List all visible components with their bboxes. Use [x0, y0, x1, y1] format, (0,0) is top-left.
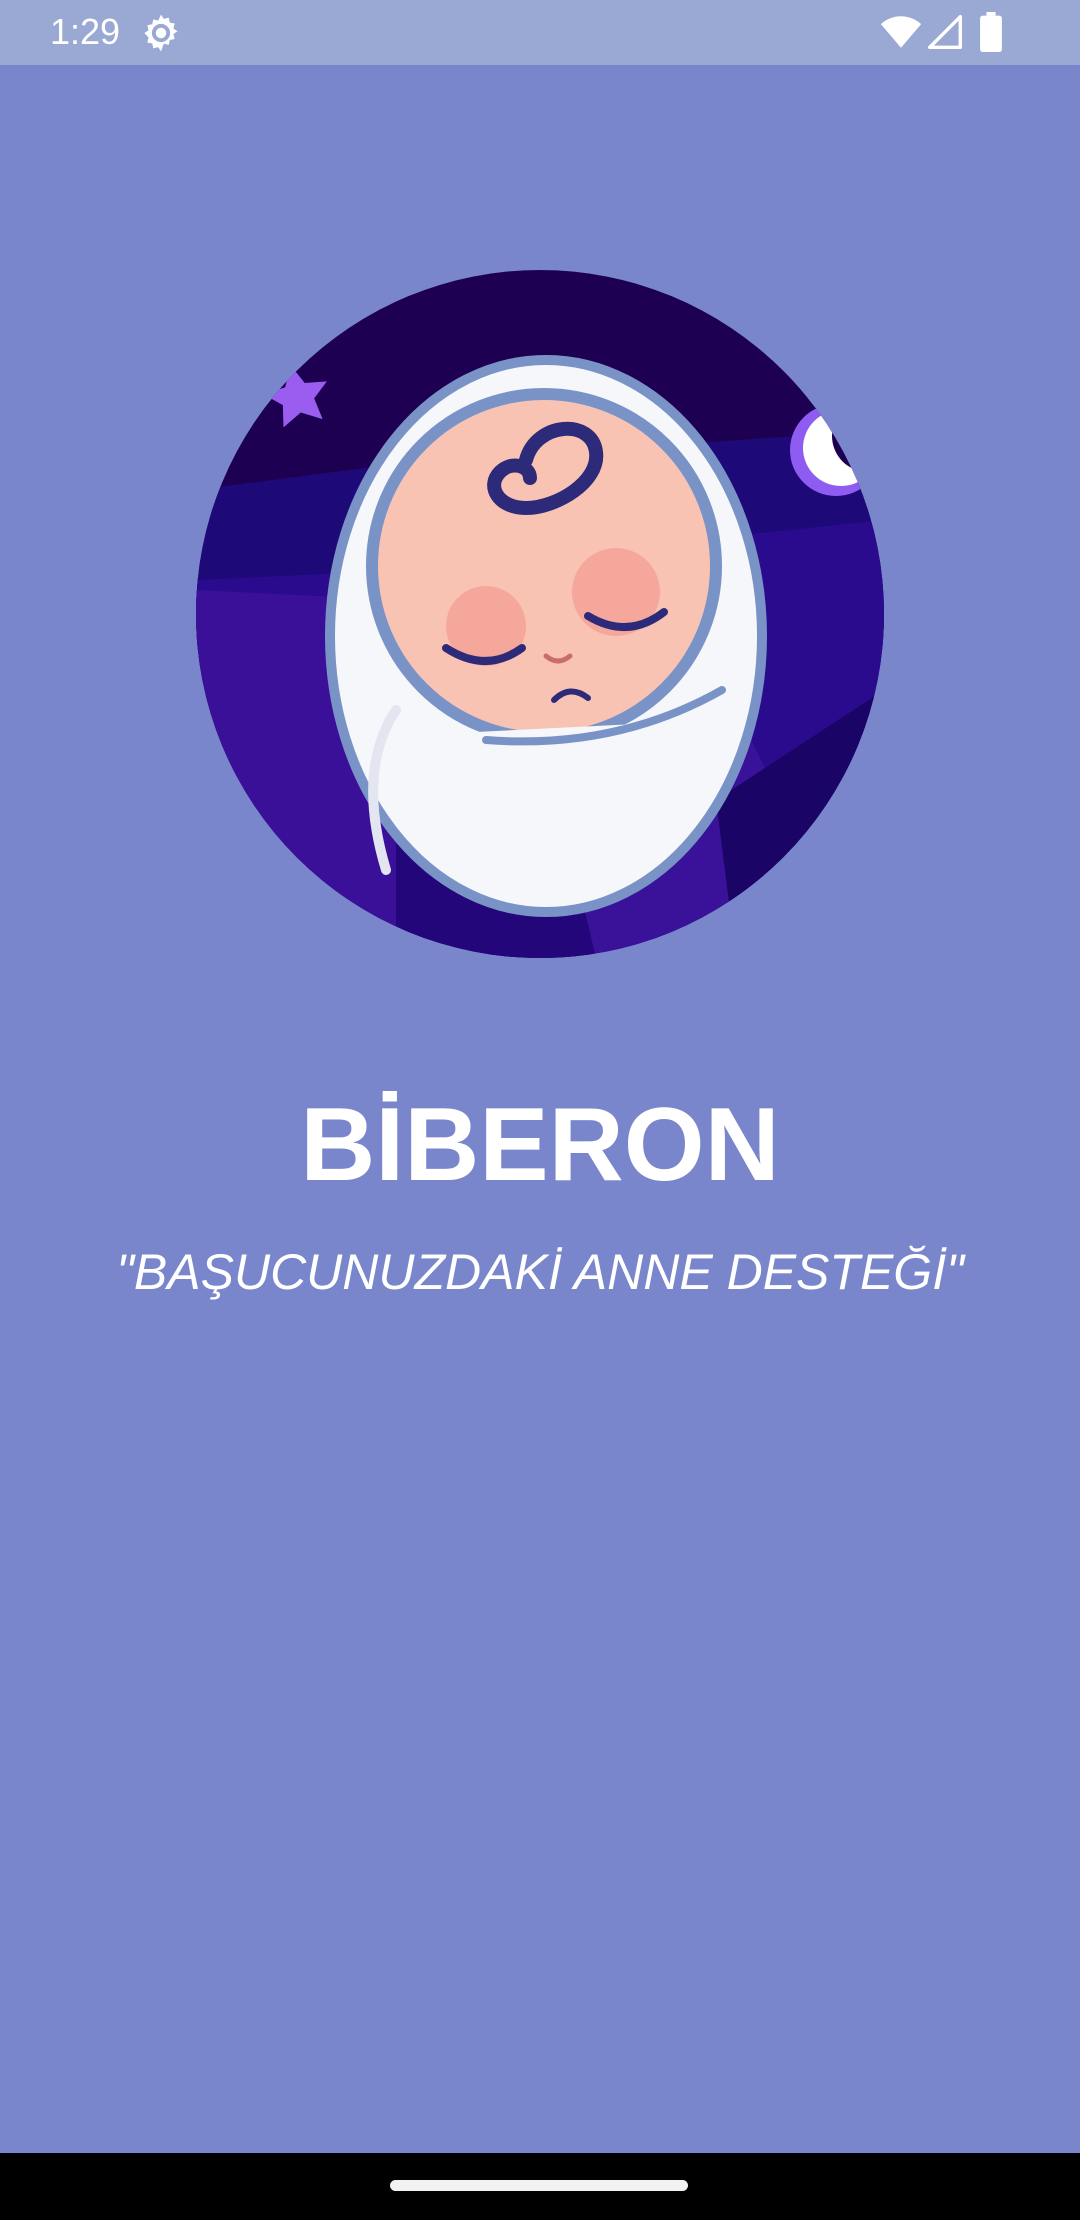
status-time: 1:29 — [50, 11, 121, 52]
sleeping-baby-icon — [196, 270, 884, 958]
cell-signal-icon — [928, 15, 962, 49]
battery-icon — [980, 12, 1002, 52]
navigation-bar — [0, 2153, 1080, 2220]
settings-gear-icon — [144, 14, 178, 52]
status-bar: 1:29 — [0, 0, 1080, 65]
app-slogan: "BAŞUCUNUZDAKİ ANNE DESTEĞİ" — [116, 1244, 964, 1300]
home-indicator[interactable] — [390, 2180, 688, 2191]
wifi-icon — [880, 16, 922, 48]
app-title: BİBERON — [300, 1087, 780, 1203]
